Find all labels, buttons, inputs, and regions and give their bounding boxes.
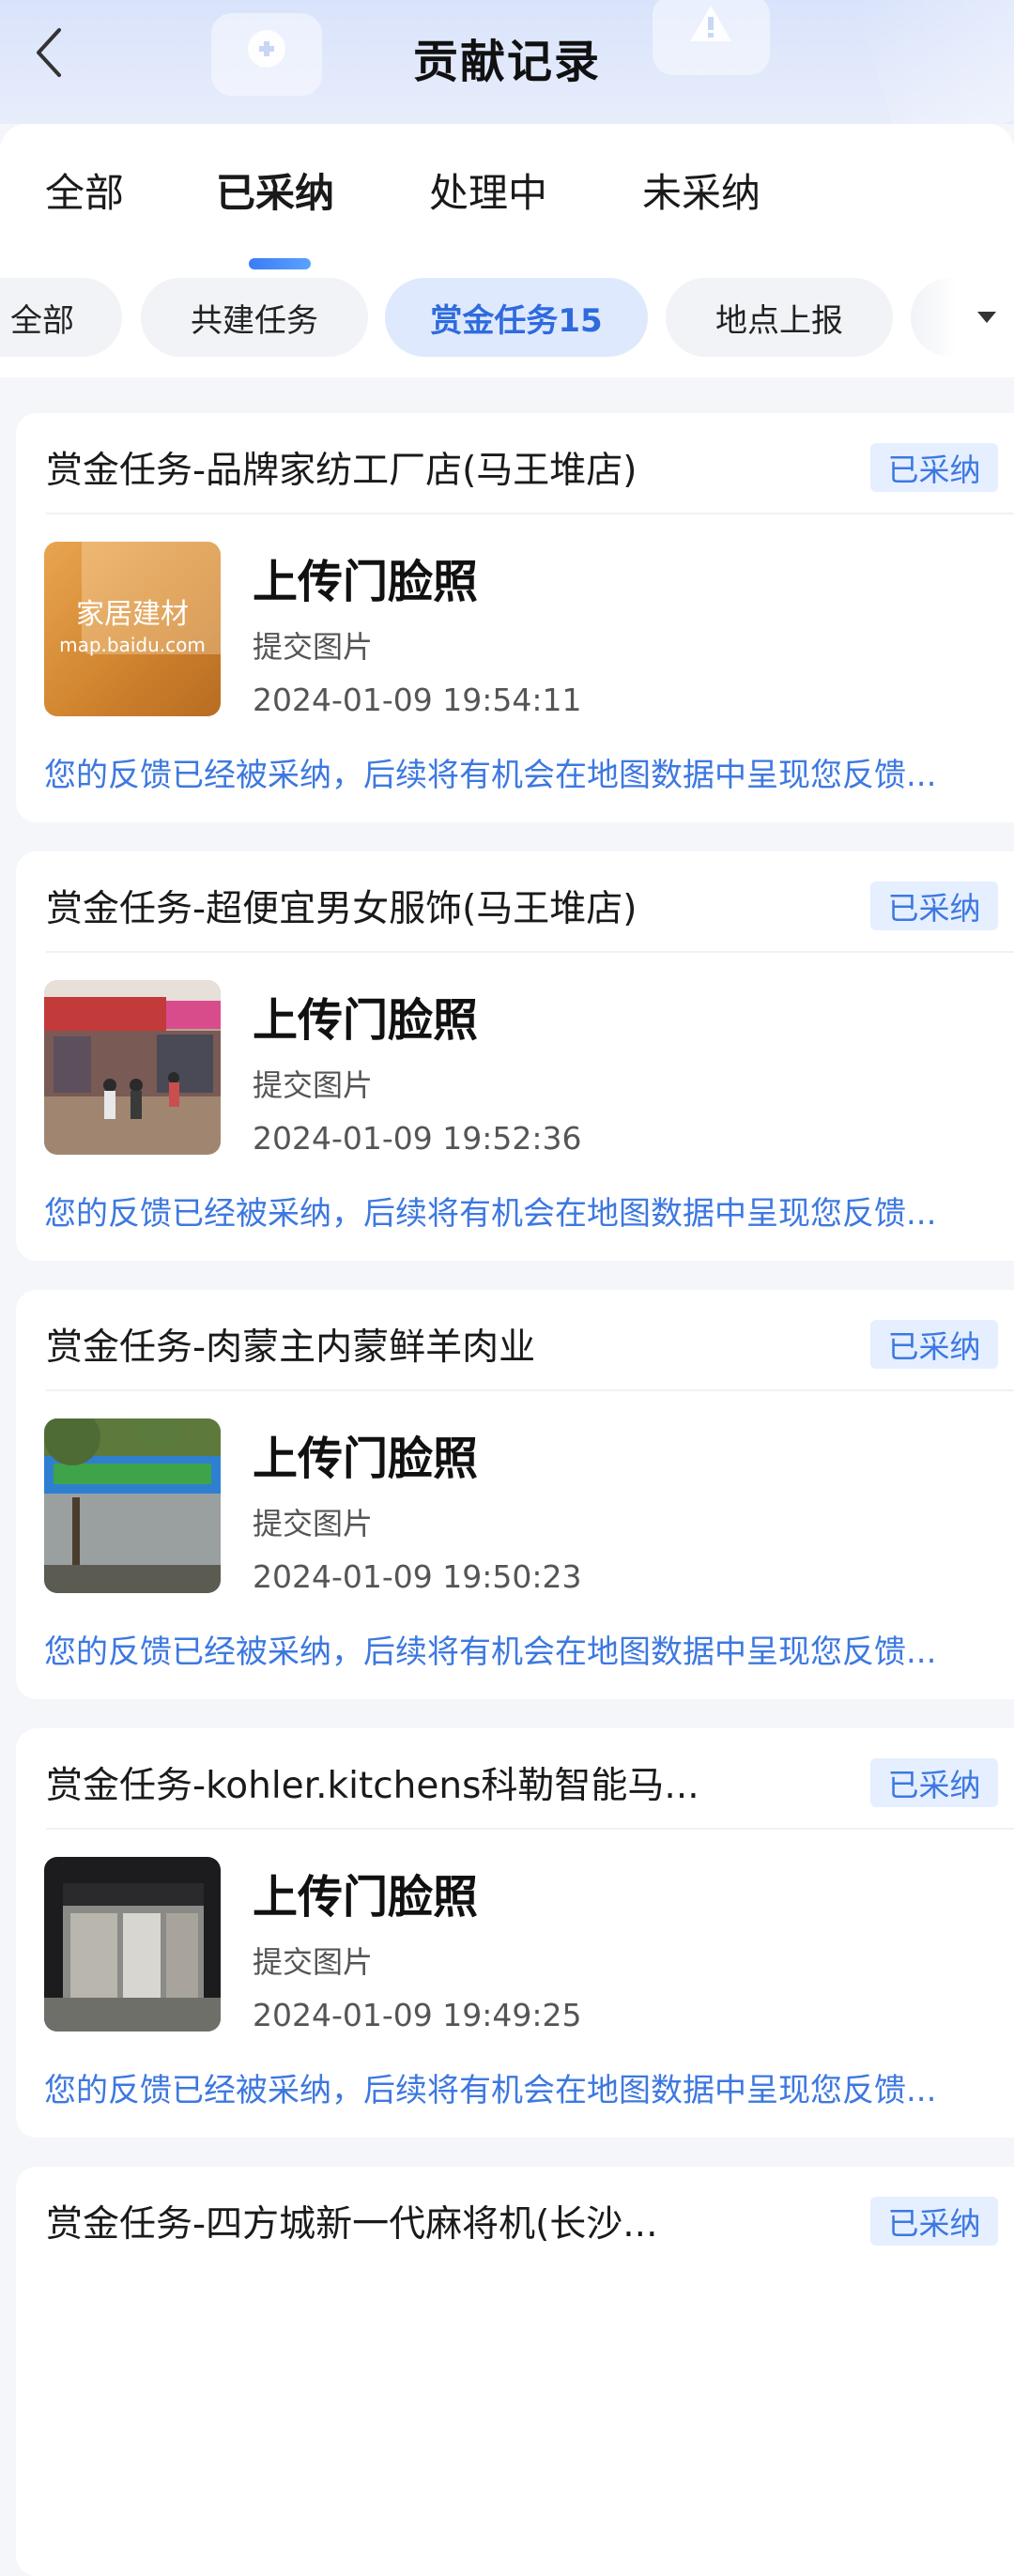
- divider: [46, 1828, 1014, 1830]
- tab-processing[interactable]: 处理中: [429, 161, 547, 219]
- status-badge: 已采纳: [870, 1758, 998, 1807]
- feedback-text: 您的反馈已经被采纳，后续将有机会在地图数据中呈现您反馈...: [44, 1633, 937, 1671]
- storefront-photo: [44, 1857, 221, 2032]
- record-title: 赏金任务-kohler.kitchens科勒智能马...: [46, 1765, 699, 1807]
- task-type: 提交图片: [253, 1506, 374, 1541]
- tab-not-adopted[interactable]: 未采纳: [642, 161, 760, 219]
- photo-thumbnail[interactable]: [44, 980, 221, 1155]
- expand-chips-button[interactable]: [963, 278, 1010, 357]
- task-type: 提交图片: [253, 629, 374, 665]
- record-title: 赏金任务-品牌家纺工厂店(马王堆店): [46, 450, 638, 492]
- divider: [46, 1389, 1014, 1391]
- active-tab-indicator: [249, 258, 311, 269]
- task-name: 上传门脸照: [253, 1871, 479, 1924]
- status-badge: 已采纳: [870, 2197, 998, 2246]
- task-type: 提交图片: [253, 1944, 374, 1980]
- task-name: 上传门脸照: [253, 556, 479, 608]
- record-title: 赏金任务-肉蒙主内蒙鲜羊肉业: [46, 1326, 536, 1369]
- status-badge: 已采纳: [870, 1320, 998, 1369]
- submit-time: 2024-01-09 19:52:36: [253, 1120, 582, 1157]
- divider: [46, 513, 1014, 514]
- photo-thumbnail[interactable]: [44, 1857, 221, 2032]
- caret-down-icon: [977, 312, 996, 323]
- task-name: 上传门脸照: [253, 1433, 479, 1485]
- feedback-text: 您的反馈已经被采纳，后续将有机会在地图数据中呈现您反馈...: [44, 757, 937, 794]
- record-title: 赏金任务-超便宜男女服饰(马王堆店): [46, 888, 638, 930]
- tab-adopted[interactable]: 已采纳: [216, 161, 334, 219]
- photo-thumbnail[interactable]: 家居建材 map.baidu.com: [44, 542, 221, 716]
- record-card[interactable]: 赏金任务-超便宜男女服饰(马王堆店) 已采纳 上传门脸照 提交图片 2024-0…: [16, 851, 1014, 1261]
- header-bar: 贡献记录: [0, 0, 1014, 124]
- thumb-caption: 家居建材: [76, 598, 189, 631]
- status-badge: 已采纳: [870, 443, 998, 492]
- status-tabs: 全部 已采纳 处理中 未采纳: [0, 161, 1014, 269]
- record-title: 赏金任务-四方城新一代麻将机(长沙...: [46, 2203, 658, 2246]
- record-card[interactable]: 赏金任务-kohler.kitchens科勒智能马... 已采纳 上传门脸照 提…: [16, 1728, 1014, 2138]
- chip-bounty-task[interactable]: 赏金任务15: [385, 278, 648, 357]
- submit-time: 2024-01-09 19:54:11: [253, 682, 582, 718]
- record-card[interactable]: 赏金任务-品牌家纺工厂店(马王堆店) 已采纳 家居建材 map.baidu.co…: [16, 413, 1014, 822]
- storefront-photo: [44, 980, 221, 1155]
- feedback-text: 您的反馈已经被采纳，后续将有机会在地图数据中呈现您反馈...: [44, 2072, 937, 2109]
- category-chips: 全部 共建任务 赏金任务15 地点上报: [0, 278, 1014, 357]
- page-title: 贡献记录: [412, 36, 601, 88]
- task-type: 提交图片: [253, 1067, 374, 1103]
- feedback-text: 您的反馈已经被采纳，后续将有机会在地图数据中呈现您反馈...: [44, 1195, 937, 1233]
- chip-all[interactable]: 全部: [0, 278, 122, 357]
- chip-co-build-task[interactable]: 共建任务: [141, 278, 368, 357]
- task-name: 上传门脸照: [253, 994, 479, 1047]
- thumb-watermark: map.baidu.com: [59, 634, 206, 656]
- record-card[interactable]: 赏金任务-四方城新一代麻将机(长沙... 已采纳: [16, 2167, 1014, 2576]
- tab-all[interactable]: 全部: [45, 161, 124, 219]
- chip-place-report[interactable]: 地点上报: [666, 278, 893, 357]
- storefront-photo: [44, 1418, 221, 1593]
- submit-time: 2024-01-09 19:49:25: [253, 1997, 582, 2033]
- divider: [46, 951, 1014, 953]
- filter-panel: 全部 已采纳 处理中 未采纳 全部 共建任务 赏金任务15 地点上报: [0, 124, 1014, 377]
- status-badge: 已采纳: [870, 882, 998, 930]
- photo-thumbnail[interactable]: [44, 1418, 221, 1593]
- submit-time: 2024-01-09 19:50:23: [253, 1558, 582, 1595]
- record-card[interactable]: 赏金任务-肉蒙主内蒙鲜羊肉业 已采纳 上传门脸照 提交图片 2024-01-09…: [16, 1290, 1014, 1699]
